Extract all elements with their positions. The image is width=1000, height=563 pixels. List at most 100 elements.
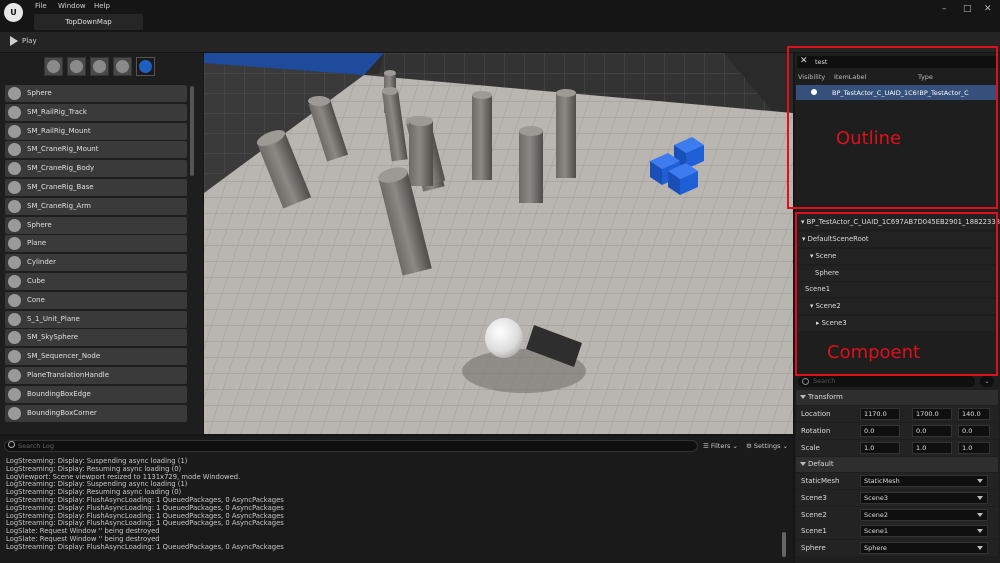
viewport-scene: [204, 53, 793, 434]
outline-annotation-label: Outline: [836, 128, 902, 149]
asset-item[interactable]: Plane: [5, 235, 187, 253]
log-line: LogStreaming: Display: FlushAsyncLoading…: [6, 503, 284, 512]
property-combo[interactable]: Scene1: [860, 525, 988, 538]
rotation-label: Rotation: [801, 427, 831, 435]
title-bar: [0, 0, 1000, 32]
asset-thumbnail-icon: [8, 105, 21, 119]
asset-thumbnail-icon: [8, 312, 21, 326]
filters-label: Filters: [710, 442, 731, 450]
asset-item[interactable]: SM_CraneRig_Arm: [5, 197, 187, 215]
unreal-logo-icon[interactable]: U: [4, 3, 23, 22]
search-icon: [8, 441, 15, 448]
asset-thumbnail-icon: [8, 331, 21, 345]
asset-item[interactable]: SM_CraneRig_Mount: [5, 141, 187, 159]
details-search-placeholder: Search: [813, 377, 836, 385]
asset-thumbnail-icon: [8, 369, 21, 382]
asset-item[interactable]: SM_SkySphere: [5, 329, 187, 347]
location-y-field[interactable]: 1700.0: [912, 408, 952, 420]
swatch-button[interactable]: [44, 57, 63, 76]
log-scrollbar[interactable]: [782, 532, 786, 557]
property-label: StaticMesh: [801, 477, 840, 485]
default-section-header[interactable]: Default: [796, 457, 998, 472]
asset-thumbnail-icon: [8, 406, 21, 420]
property-value: Scene3: [864, 493, 888, 502]
scale-y-field[interactable]: 1.0: [912, 442, 952, 454]
location-x-field[interactable]: 1170.0: [860, 408, 900, 420]
log-line: LogStreaming: Display: Suspending async …: [6, 480, 188, 489]
asset-thumbnail-icon: [8, 256, 21, 270]
component-annotation-label: Compoent: [827, 342, 921, 363]
search-icon: [802, 378, 809, 385]
asset-item[interactable]: Sphere: [5, 85, 187, 102]
location-z-field[interactable]: 140.0: [958, 408, 990, 420]
log-search-placeholder: Search Log: [18, 442, 55, 450]
asset-item[interactable]: PlaneTranslationHandle: [5, 367, 187, 384]
asset-item[interactable]: SM_CraneRig_Base: [5, 179, 187, 196]
rotation-y-field[interactable]: 0.0: [912, 425, 952, 437]
property-combo[interactable]: Sphere: [860, 542, 988, 555]
asset-item[interactable]: Cone: [5, 291, 187, 309]
scale-x-field[interactable]: 1.0: [860, 442, 900, 454]
menu-help[interactable]: Help: [94, 2, 110, 10]
location-label: Location: [801, 410, 831, 418]
asset-item-label: S_1_Unit_Plane: [27, 314, 80, 323]
log-search-input[interactable]: [4, 440, 698, 452]
log-line: LogStreaming: Display: Resuming async lo…: [6, 464, 182, 473]
property-label: Scene3: [801, 493, 827, 502]
asset-thumbnail-icon: [8, 387, 21, 401]
swatch-button[interactable]: [113, 57, 132, 76]
asset-item[interactable]: S_1_Unit_Plane: [5, 310, 187, 328]
property-combo[interactable]: Scene3: [860, 491, 988, 504]
asset-item-label: SM_SkySphere: [27, 333, 79, 342]
property-combo[interactable]: Scene2: [860, 508, 988, 521]
log-line: LogStreaming: Display: FlushAsyncLoading…: [6, 496, 284, 504]
property-label: Sphere: [801, 544, 826, 553]
asset-item[interactable]: SM_Sequencer_Node: [5, 348, 187, 366]
document-tab[interactable]: TopDownMap: [34, 14, 143, 30]
log-line: LogSlate: Request Window '' being destro…: [6, 527, 160, 536]
asset-thumbnail-icon: [8, 181, 21, 194]
transform-section-header[interactable]: Transform: [796, 390, 998, 405]
asset-item-label: SM_CraneRig_Arm: [27, 201, 91, 210]
menu-file[interactable]: File: [35, 2, 47, 10]
level-viewport[interactable]: [204, 53, 793, 434]
asset-thumbnail-icon: [8, 218, 21, 232]
chevron-down-icon[interactable]: ⌄: [980, 376, 994, 387]
property-value: Scene1: [864, 527, 888, 536]
asset-thumbnail-icon: [8, 199, 21, 213]
close-icon[interactable]: ✕: [984, 4, 992, 14]
settings-dropdown[interactable]: ⚙ Settings ⌄: [746, 442, 788, 450]
asset-item[interactable]: Cube: [5, 273, 187, 290]
rotation-x-field[interactable]: 0.0: [860, 425, 900, 437]
asset-item[interactable]: BoundingBoxEdge: [5, 385, 187, 403]
asset-thumbnail-icon: [8, 237, 21, 251]
asset-item[interactable]: Sphere: [5, 216, 187, 234]
asset-item-label: BoundingBoxEdge: [27, 389, 91, 398]
minimize-icon[interactable]: –: [942, 4, 947, 14]
log-line: LogViewport: Scene viewport resized to 1…: [6, 472, 241, 481]
asset-item[interactable]: Cylinder: [5, 254, 187, 272]
asset-item-label: Sphere: [27, 89, 52, 97]
swatch-button[interactable]: [90, 57, 109, 76]
asset-item[interactable]: SM_CraneRig_Body: [5, 160, 187, 178]
asset-list-scrollbar[interactable]: [190, 86, 194, 176]
asset-item-label: SM_RailRig_Mount: [27, 126, 91, 135]
property-combo[interactable]: StaticMesh: [860, 475, 988, 487]
asset-thumbnail-icon: [8, 143, 21, 157]
asset-item[interactable]: SM_RailRig_Track: [5, 103, 187, 121]
swatch-button[interactable]: [67, 57, 86, 76]
property-label: Scene1: [801, 527, 827, 536]
scale-z-field[interactable]: 1.0: [958, 442, 990, 454]
asset-item-label: SM_CraneRig_Base: [27, 183, 94, 191]
asset-item-label: SM_Sequencer_Node: [27, 352, 101, 361]
maximize-icon[interactable]: □: [963, 4, 972, 14]
menu-window[interactable]: Window: [58, 2, 86, 10]
asset-item[interactable]: BoundingBoxCorner: [5, 404, 187, 422]
asset-item-label: Cone: [27, 295, 45, 304]
asset-item[interactable]: SM_RailRig_Mount: [5, 122, 187, 140]
play-icon[interactable]: [10, 36, 18, 46]
play-button[interactable]: Play: [22, 37, 37, 45]
swatch-button-selected[interactable]: [136, 57, 155, 76]
rotation-z-field[interactable]: 0.0: [958, 425, 990, 437]
filters-dropdown[interactable]: ☰ Filters ⌄: [703, 442, 738, 450]
